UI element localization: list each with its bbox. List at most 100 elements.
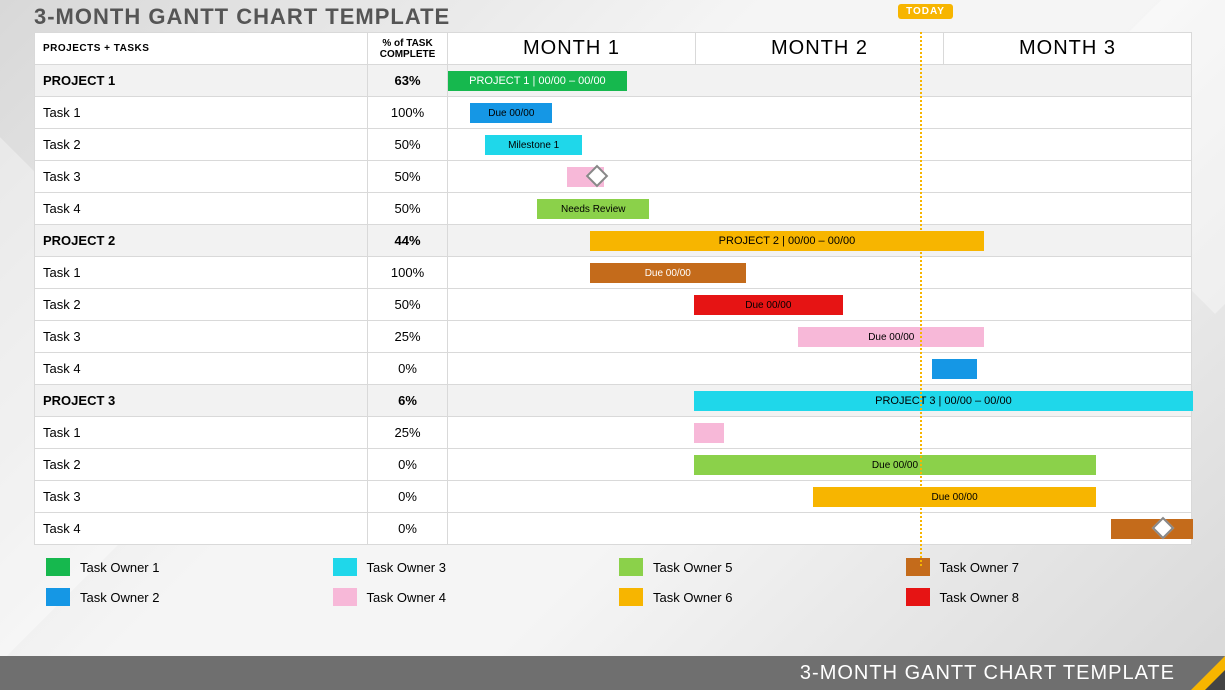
gantt-bar[interactable] [932, 359, 977, 379]
task-row: Task 40% [35, 353, 1192, 385]
row-pct: 0% [368, 481, 448, 513]
legend-label: Task Owner 2 [80, 590, 159, 605]
legend-label: Task Owner 5 [653, 560, 732, 575]
legend: Task Owner 1 Task Owner 3 Task Owner 5 Task… [34, 555, 1192, 609]
today-marker: TODAY [898, 4, 953, 19]
today-label: TODAY [898, 4, 953, 19]
header-projects-tasks: PROJECTS + TASKS [35, 33, 368, 65]
gantt-bar[interactable]: Due 00/00 [694, 295, 843, 315]
row-name: Task 3 [35, 161, 368, 193]
row-timeline: PROJECT 2 | 00/00 – 00/00 [448, 225, 1192, 257]
header-month-1: MONTH 1 [448, 33, 696, 65]
row-pct: 100% [368, 257, 448, 289]
task-row: Task 350% [35, 161, 1192, 193]
legend-swatch-icon [333, 558, 357, 576]
header-pct-complete: % of TASK COMPLETE [368, 33, 448, 65]
row-name: PROJECT 2 [35, 225, 368, 257]
legend-swatch-icon [906, 558, 930, 576]
row-timeline: Due 00/00 [448, 257, 1192, 289]
bar-label: Due 00/00 [932, 492, 978, 503]
bar-label: PROJECT 1 | 00/00 – 00/00 [469, 75, 606, 87]
header-month-2: MONTH 2 [696, 33, 944, 65]
gantt-bar[interactable] [694, 423, 724, 443]
header-month-3: MONTH 3 [944, 33, 1192, 65]
row-name: Task 2 [35, 289, 368, 321]
task-row: Task 250% Due 00/00 [35, 289, 1192, 321]
row-pct: 0% [368, 513, 448, 545]
row-name: PROJECT 3 [35, 385, 368, 417]
footer-title: 3-MONTH GANTT CHART TEMPLATE [800, 662, 1175, 685]
gantt-bar[interactable]: Due 00/00 [590, 263, 746, 283]
row-name: Task 4 [35, 193, 368, 225]
row-timeline: PROJECT 3 | 00/00 – 00/00 [448, 385, 1192, 417]
legend-swatch-icon [46, 558, 70, 576]
row-timeline [448, 161, 1192, 193]
legend-item: Task Owner 2 [46, 585, 333, 609]
row-timeline [448, 417, 1192, 449]
legend-label: Task Owner 4 [367, 590, 446, 605]
row-pct: 50% [368, 161, 448, 193]
task-row: Task 1100% Due 00/00 [35, 257, 1192, 289]
legend-label: Task Owner 8 [940, 590, 1019, 605]
project-row: PROJECT 244% PROJECT 2 | 00/00 – 00/00 [35, 225, 1192, 257]
row-name: PROJECT 1 [35, 65, 368, 97]
row-name: Task 1 [35, 97, 368, 129]
row-timeline [448, 513, 1192, 545]
row-pct: 50% [368, 129, 448, 161]
gantt-bar[interactable]: Due 00/00 [694, 455, 1096, 475]
row-pct: 25% [368, 417, 448, 449]
row-pct: 44% [368, 225, 448, 257]
gantt-bar[interactable]: PROJECT 2 | 00/00 – 00/00 [590, 231, 985, 251]
today-line [920, 32, 922, 566]
gantt-bar[interactable]: Milestone 1 [485, 135, 582, 155]
legend-item: Task Owner 4 [333, 585, 620, 609]
row-timeline: Due 00/00 [448, 481, 1192, 513]
legend-label: Task Owner 3 [367, 560, 446, 575]
legend-item: Task Owner 1 [46, 555, 333, 579]
task-row: Task 250%Milestone 1 [35, 129, 1192, 161]
row-timeline: Needs Review [448, 193, 1192, 225]
legend-swatch-icon [906, 588, 930, 606]
row-timeline: Due 00/00 [448, 449, 1192, 481]
bar-label: Needs Review [561, 204, 625, 215]
bar-label: Due 00/00 [745, 300, 791, 311]
gantt-bar[interactable]: Due 00/00 [798, 327, 984, 347]
project-row: PROJECT 36% PROJECT 3 | 00/00 – 00/00 [35, 385, 1192, 417]
row-pct: 25% [368, 321, 448, 353]
row-timeline: PROJECT 1 | 00/00 – 00/00 [448, 65, 1192, 97]
legend-item: Task Owner 8 [906, 585, 1193, 609]
legend-item: Task Owner 6 [619, 585, 906, 609]
project-row: PROJECT 163%PROJECT 1 | 00/00 – 00/00 [35, 65, 1192, 97]
gantt-bar[interactable]: Due 00/00 [470, 103, 552, 123]
task-row: Task 40% [35, 513, 1192, 545]
bar-label: Due 00/00 [645, 268, 691, 279]
task-row: Task 125% [35, 417, 1192, 449]
footer-accent2-icon [1205, 670, 1225, 690]
legend-label: Task Owner 1 [80, 560, 159, 575]
row-timeline: Due 00/00 [448, 97, 1192, 129]
gantt-bar[interactable]: Needs Review [537, 199, 649, 219]
row-name: Task 4 [35, 353, 368, 385]
row-name: Task 1 [35, 257, 368, 289]
row-timeline: Due 00/00 [448, 321, 1192, 353]
legend-label: Task Owner 6 [653, 590, 732, 605]
legend-item: Task Owner 7 [906, 555, 1193, 579]
row-timeline [448, 353, 1192, 385]
bar-label: Due 00/00 [488, 108, 534, 119]
page-title: 3-MONTH GANTT CHART TEMPLATE [34, 4, 450, 30]
row-name: Task 4 [35, 513, 368, 545]
gantt-bar[interactable]: PROJECT 1 | 00/00 – 00/00 [448, 71, 627, 91]
gantt-table: PROJECTS + TASKS % of TASK COMPLETE MONT… [34, 32, 1192, 545]
row-pct: 6% [368, 385, 448, 417]
bar-label: PROJECT 2 | 00/00 – 00/00 [719, 235, 856, 247]
gantt-bar[interactable]: PROJECT 3 | 00/00 – 00/00 [694, 391, 1193, 411]
gantt-page: 3-MONTH GANTT CHART TEMPLATE PROJECTS + … [34, 2, 1192, 609]
row-pct: 100% [368, 97, 448, 129]
row-pct: 0% [368, 449, 448, 481]
row-name: Task 2 [35, 449, 368, 481]
gantt-bar[interactable]: Due 00/00 [813, 487, 1096, 507]
row-pct: 50% [368, 193, 448, 225]
bar-label: Due 00/00 [872, 460, 918, 471]
row-pct: 50% [368, 289, 448, 321]
legend-swatch-icon [619, 588, 643, 606]
